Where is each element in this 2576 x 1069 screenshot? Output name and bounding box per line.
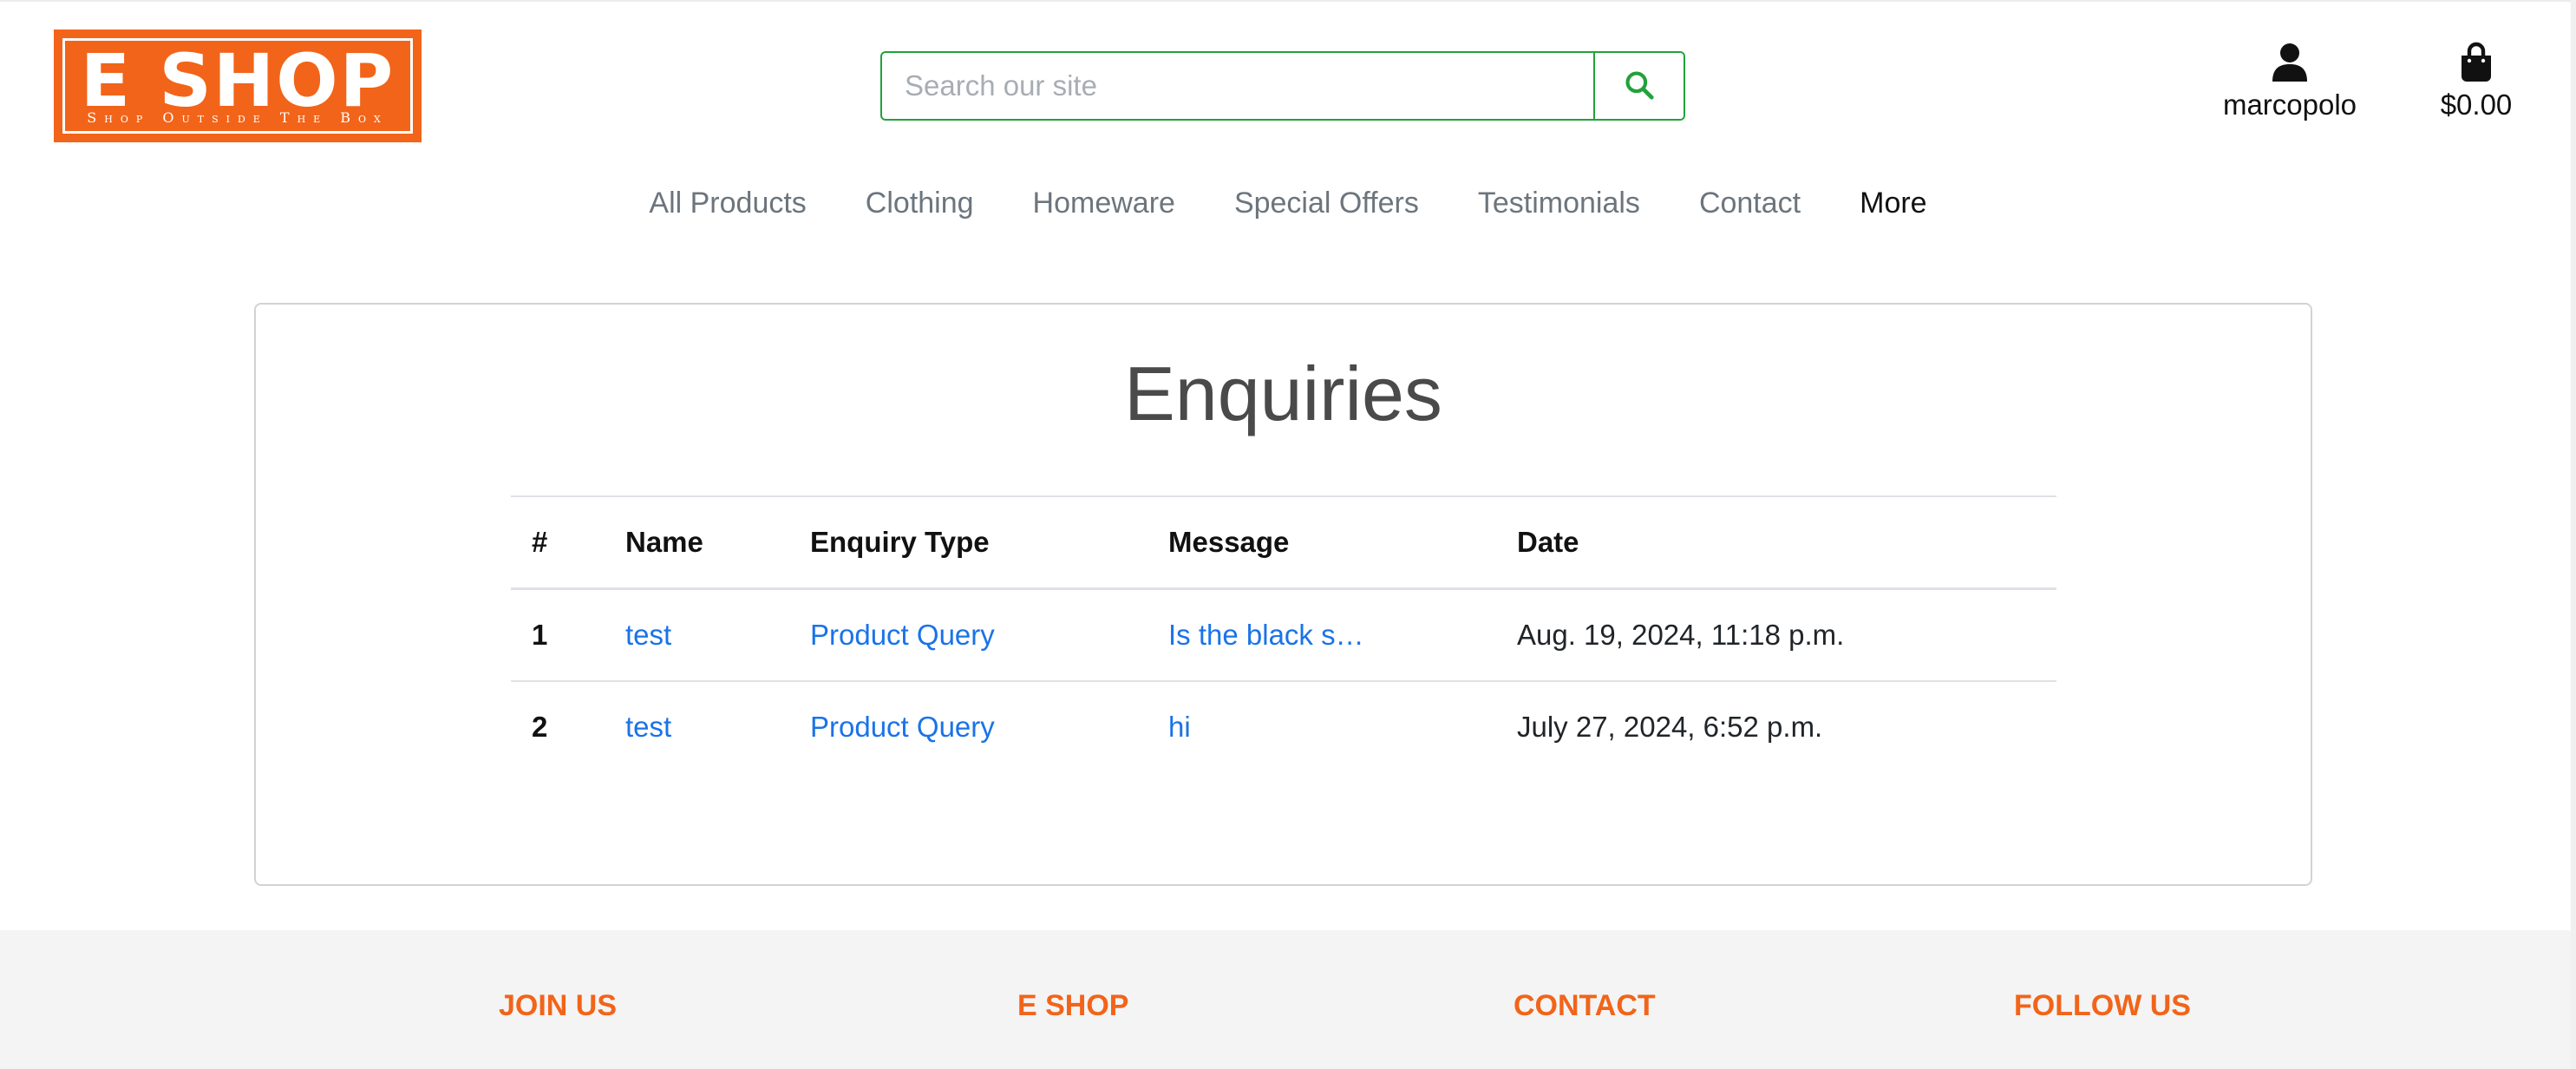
search-input[interactable] xyxy=(882,53,1593,119)
enquiry-name-link[interactable]: test xyxy=(625,711,671,743)
account-link[interactable]: marcopolo xyxy=(2203,42,2377,121)
enquiry-message-link[interactable]: hi xyxy=(1168,711,1191,743)
table-row: 1 test Product Query Is the black s… Aug… xyxy=(511,587,2056,681)
enquiry-name-link[interactable]: test xyxy=(625,619,671,651)
enquiries-table: # Name Enquiry Type Message Date 1 test … xyxy=(511,495,2056,772)
logo-frame: E SHOP Shop Outside The Box xyxy=(62,38,413,134)
enquiry-message-link[interactable]: Is the black s… xyxy=(1168,619,1364,651)
cart-total: $0.00 xyxy=(2440,89,2513,121)
enquiry-date: July 27, 2024, 6:52 p.m. xyxy=(1496,680,2056,772)
enquiry-type-link[interactable]: Product Query xyxy=(810,711,995,743)
top-border xyxy=(0,0,2576,2)
column-header-date: Date xyxy=(1496,495,2056,590)
footer-heading-eshop: E SHOP xyxy=(1017,989,1129,1022)
nav-testimonials[interactable]: Testimonials xyxy=(1448,187,1670,220)
nav-more[interactable]: More xyxy=(1830,187,1956,220)
column-header-name: Name xyxy=(605,495,789,590)
enquiry-type-link[interactable]: Product Query xyxy=(810,619,995,651)
column-header-message: Message xyxy=(1147,495,1496,590)
table-row: 2 test Product Query hi July 27, 2024, 6… xyxy=(511,680,2056,772)
footer-heading-follow-us: FOLLOW US xyxy=(2014,989,2191,1022)
search-icon xyxy=(1623,69,1656,104)
search-button[interactable] xyxy=(1593,53,1684,119)
search-bar xyxy=(880,51,1685,121)
footer-heading-join-us: JOIN US xyxy=(499,989,618,1022)
nav-clothing[interactable]: Clothing xyxy=(836,187,1004,220)
enquiries-card: Enquiries # Name Enquiry Type Message Da… xyxy=(254,303,2312,886)
row-number: 1 xyxy=(511,587,605,681)
main-nav: All Products Clothing Homeware Special O… xyxy=(0,187,2576,220)
cart-link[interactable]: $0.00 xyxy=(2420,42,2533,121)
shopping-bag-icon xyxy=(2420,42,2533,85)
logo-tagline: Shop Outside The Box xyxy=(87,109,389,126)
account-username: marcopolo xyxy=(2222,89,2357,121)
table-header-row: # Name Enquiry Type Message Date xyxy=(511,495,2056,590)
site-logo[interactable]: E SHOP Shop Outside The Box xyxy=(54,30,422,142)
site-footer: JOIN US E SHOP CONTACT FOLLOW US xyxy=(0,930,2576,1069)
footer-heading-contact: CONTACT xyxy=(1514,989,1656,1022)
nav-contact[interactable]: Contact xyxy=(1670,187,1830,220)
nav-all-products[interactable]: All Products xyxy=(619,187,835,220)
column-header-enquiry-type: Enquiry Type xyxy=(789,495,1147,590)
enquiry-date: Aug. 19, 2024, 11:18 p.m. xyxy=(1496,587,2056,681)
column-header-number: # xyxy=(511,495,605,590)
nav-homeware[interactable]: Homeware xyxy=(1004,187,1205,220)
user-icon xyxy=(2203,42,2377,85)
row-number: 2 xyxy=(511,680,605,772)
nav-special-offers[interactable]: Special Offers xyxy=(1205,187,1448,220)
scrollbar[interactable] xyxy=(2571,0,2576,1069)
page-title: Enquiries xyxy=(1124,351,1442,436)
